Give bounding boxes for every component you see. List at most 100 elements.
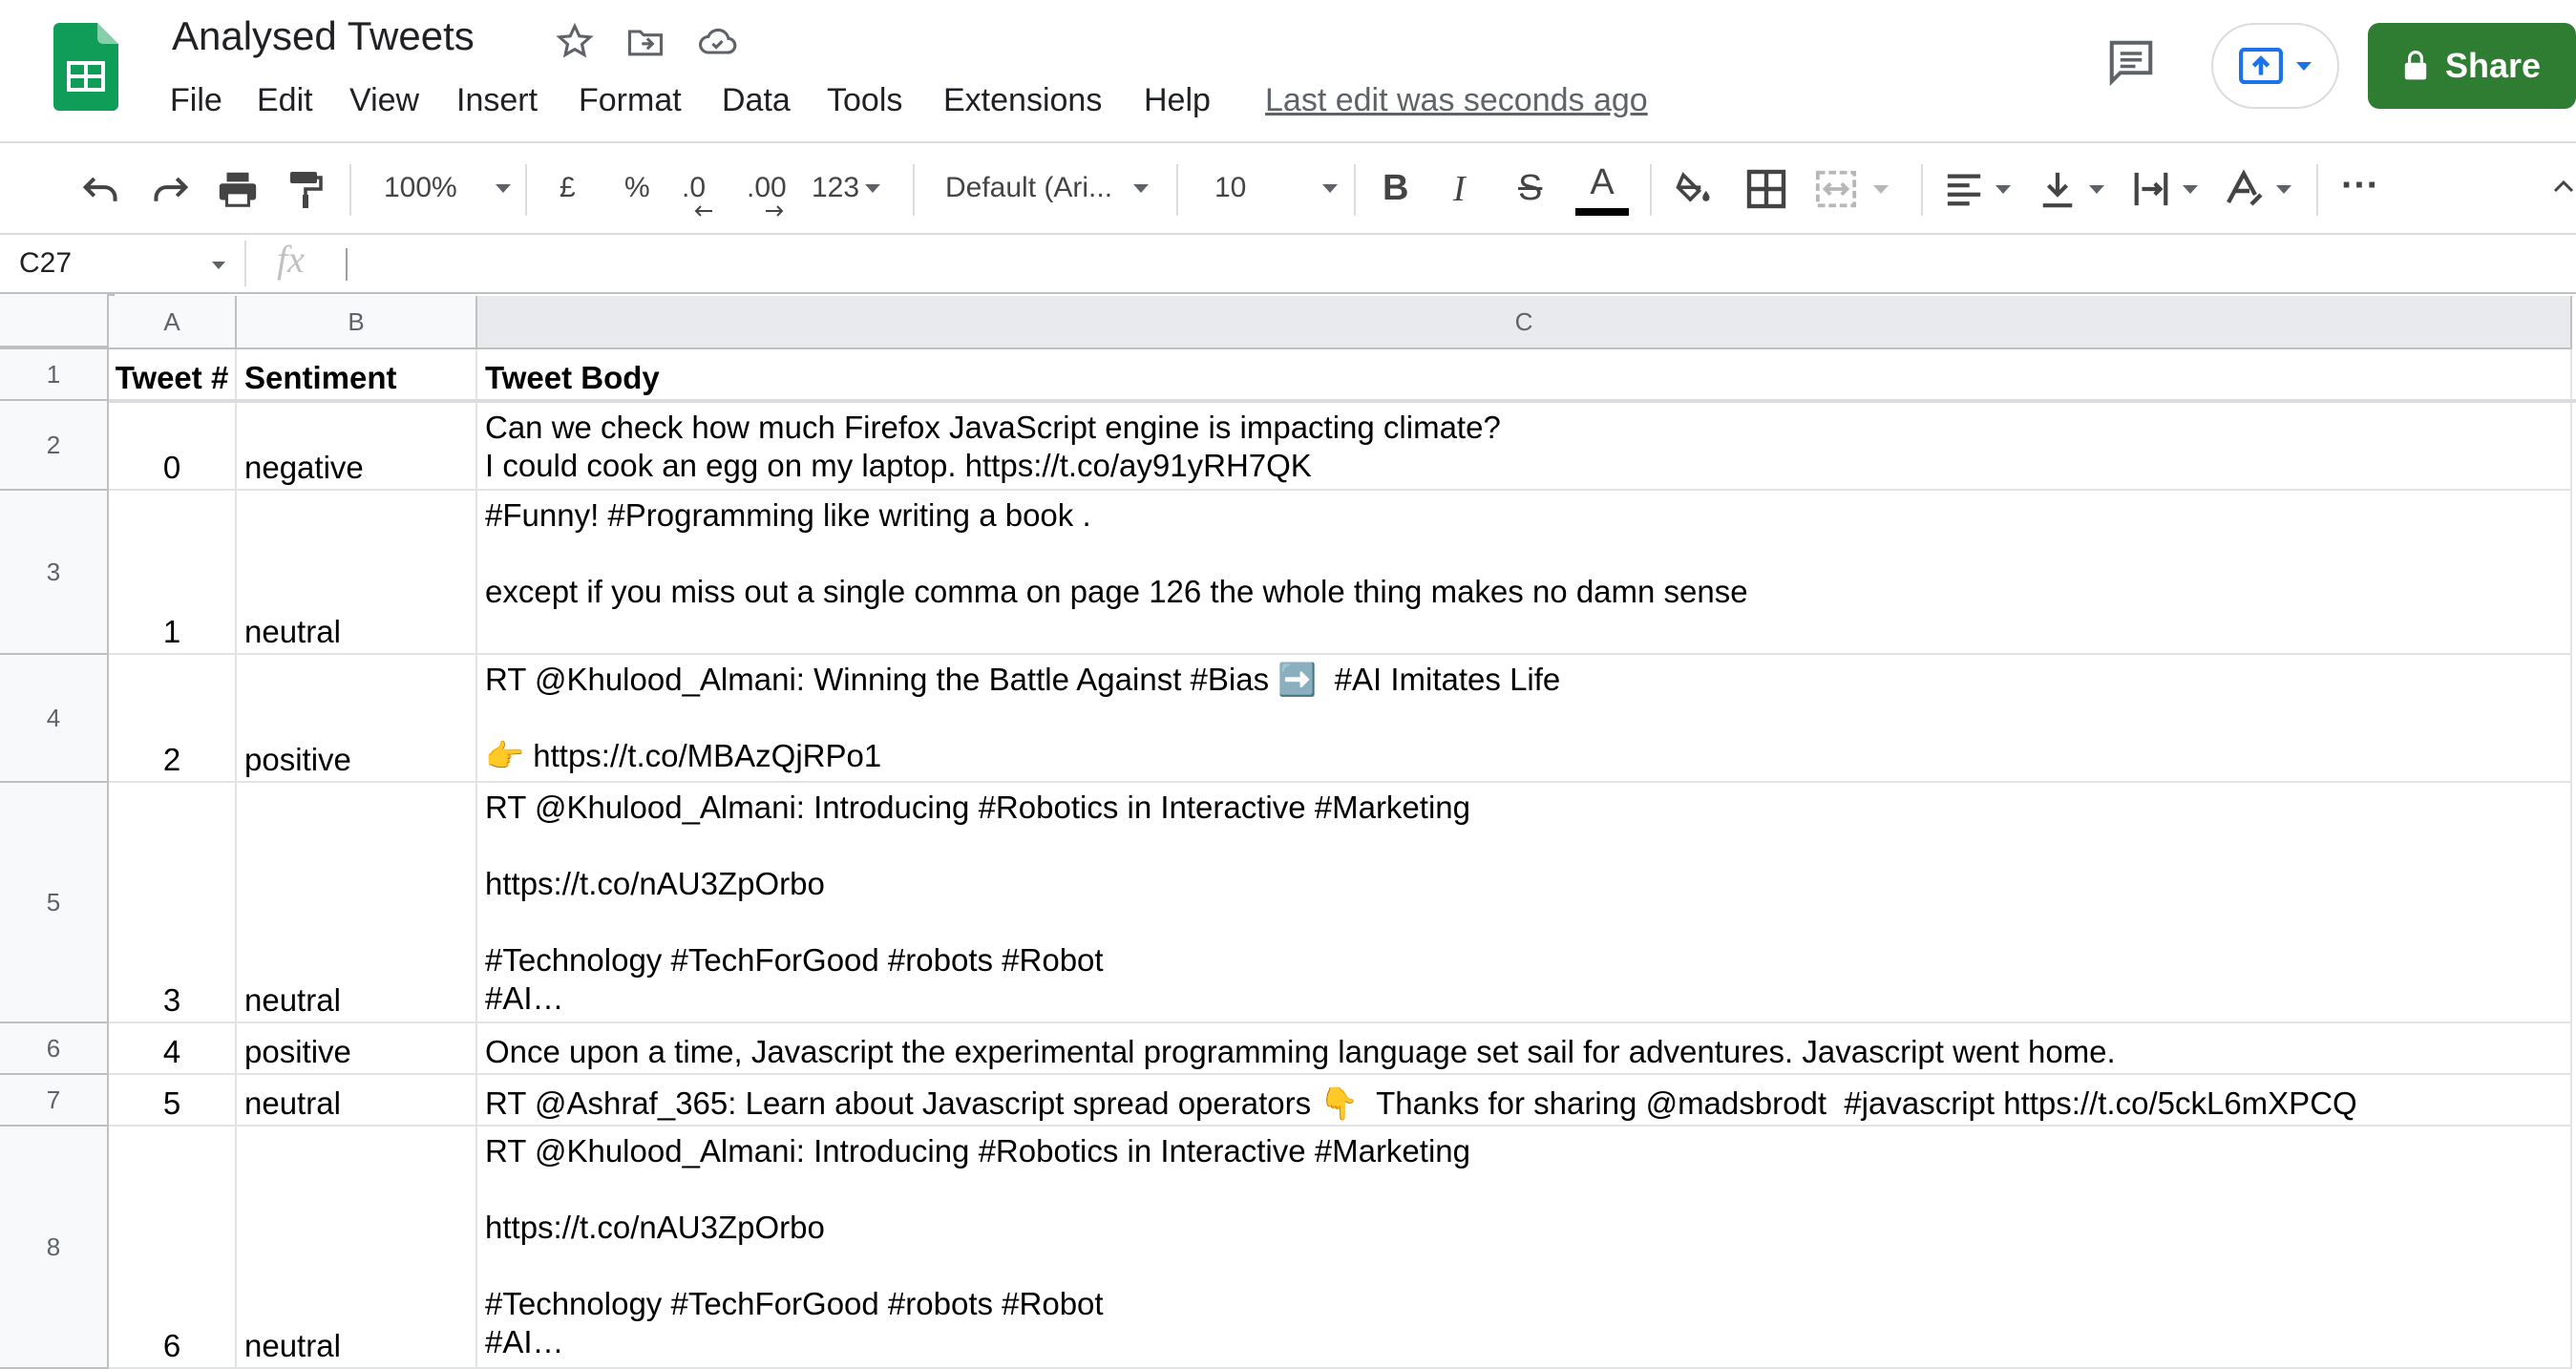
frozen-row-divider [109, 399, 2576, 403]
menu-help[interactable]: Help [1144, 82, 1211, 119]
more-options-button[interactable]: ··· [2341, 164, 2379, 207]
row-header[interactable]: 3 [0, 491, 109, 655]
strikethrough-button[interactable]: S [1518, 168, 1542, 209]
name-box-caret-icon [212, 262, 225, 269]
tweet-body-cell[interactable]: #Funny! #Programming like writing a book… [477, 491, 2572, 655]
text-wrapping-caret-icon [2183, 184, 2198, 194]
select-all-corner[interactable] [0, 294, 115, 353]
present-icon [2239, 48, 2283, 84]
lock-icon [2404, 51, 2427, 80]
cloud-saved-icon[interactable] [695, 21, 739, 68]
menu-extensions[interactable]: Extensions [943, 82, 1102, 119]
vertical-align-icon[interactable] [2038, 168, 2104, 210]
decrease-decimal-button[interactable]: .0 [682, 172, 712, 217]
name-box[interactable]: C27 [0, 237, 239, 290]
borders-icon[interactable] [1745, 168, 1787, 215]
zoom-value: 100% [384, 172, 457, 203]
horizontal-align-icon[interactable] [1944, 168, 2011, 210]
percent-format-button[interactable]: % [624, 172, 650, 204]
fx-icon: fx [277, 238, 305, 281]
more-formats-select[interactable]: 123 [812, 172, 881, 204]
toolbar-separator [1921, 164, 1923, 216]
toolbar-separator [913, 164, 915, 216]
menu-edit[interactable]: Edit [257, 82, 313, 119]
sheets-logo-icon[interactable] [53, 23, 118, 111]
column-header-b[interactable]: B [237, 296, 477, 349]
tweet-body-cell[interactable]: RT @Ashraf_365: Learn about Javascript s… [477, 1075, 2572, 1127]
menu-data[interactable]: Data [722, 82, 791, 119]
more-formats-caret-icon [865, 183, 881, 193]
header-cell-tweet-body[interactable]: Tweet Body [477, 349, 2572, 401]
sentiment-cell[interactable]: neutral [237, 1075, 477, 1127]
sentiment-cell[interactable]: neutral [237, 491, 477, 655]
redo-icon[interactable] [149, 170, 191, 213]
row-header[interactable]: 1 [0, 349, 109, 401]
tweet-body-cell[interactable]: RT @Khulood_Almani: Introducing #Robotic… [477, 1127, 2572, 1369]
merge-cells-icon[interactable] [1814, 168, 1889, 210]
sentiment-cell[interactable]: positive [237, 1023, 477, 1075]
fill-color-icon[interactable] [1673, 168, 1715, 215]
column-header-c[interactable]: C [477, 296, 2572, 349]
star-icon[interactable] [554, 21, 596, 68]
move-folder-icon[interactable] [624, 21, 666, 68]
present-button[interactable] [2211, 23, 2339, 109]
tweet-body-cell[interactable]: RT @Khulood_Almani: Winning the Battle A… [477, 655, 2572, 783]
row-header[interactable]: 8 [0, 1127, 109, 1369]
tweet-body-cell[interactable]: RT @Khulood_Almani: Introducing #Robotic… [477, 783, 2572, 1023]
paint-format-icon[interactable] [286, 168, 325, 215]
row-header[interactable]: 2 [0, 401, 109, 491]
formula-input[interactable] [344, 239, 2568, 288]
increase-decimal-button[interactable]: .00 [747, 172, 787, 217]
menu-tools[interactable]: Tools [827, 82, 902, 119]
menu-format[interactable]: Format [579, 82, 682, 119]
font-family-select[interactable]: Default (Ari... [945, 172, 1150, 204]
menu-insert[interactable]: Insert [456, 82, 538, 119]
share-button[interactable]: Share [2368, 23, 2576, 109]
text-color-swatch [1575, 208, 1629, 216]
font-size-select[interactable]: 10 [1214, 172, 1339, 204]
tweet-number-cell[interactable]: 5 [109, 1075, 237, 1127]
menu-view[interactable]: View [349, 82, 419, 119]
tweet-number-cell[interactable]: 4 [109, 1023, 237, 1075]
row-header[interactable]: 4 [0, 655, 109, 783]
toolbar-separator [349, 164, 351, 216]
undo-icon[interactable] [80, 170, 122, 213]
tweet-body-cell[interactable]: Once upon a time, Javascript the experim… [477, 1023, 2572, 1075]
row-header[interactable]: 7 [0, 1075, 109, 1127]
sentiment-cell[interactable]: positive [237, 655, 477, 783]
bold-button[interactable]: B [1383, 168, 1408, 209]
tweet-number-cell[interactable]: 1 [109, 491, 237, 655]
tweet-number-cell[interactable]: 3 [109, 783, 237, 1023]
tweet-number-cell[interactable]: 2 [109, 655, 237, 783]
tweet-number-cell[interactable]: 0 [109, 401, 237, 491]
row-header[interactable]: 6 [0, 1023, 109, 1075]
horizontal-align-caret-icon [1995, 184, 2011, 194]
tweet-number-cell[interactable]: 6 [109, 1127, 237, 1369]
collapse-menus-icon[interactable] [2551, 174, 2576, 203]
sentiment-cell[interactable]: negative [237, 401, 477, 491]
zoom-caret-icon [495, 183, 511, 193]
zoom-select[interactable]: 100% [384, 172, 511, 204]
share-label: Share [2444, 46, 2542, 85]
font-size-caret-icon [1322, 183, 1339, 193]
currency-format-button[interactable]: £ [560, 172, 576, 204]
text-color-label: A [1590, 162, 1615, 202]
sentiment-cell[interactable]: neutral [237, 783, 477, 1023]
column-header-a[interactable]: A [109, 296, 237, 349]
header-cell-sentiment[interactable]: Sentiment [237, 349, 477, 401]
document-title[interactable]: Analysed Tweets [172, 13, 475, 59]
text-rotation-icon[interactable] [2223, 168, 2291, 210]
formula-bar-divider [0, 292, 2576, 294]
menu-file[interactable]: File [170, 82, 222, 119]
text-wrapping-icon[interactable] [2131, 168, 2198, 210]
tweet-body-cell[interactable]: Can we check how much Firefox JavaScript… [477, 401, 2572, 491]
header-cell-tweet-number[interactable]: Tweet # [109, 349, 237, 401]
italic-button[interactable]: I [1453, 168, 1466, 210]
comments-icon[interactable] [2104, 36, 2158, 93]
print-icon[interactable] [216, 168, 260, 215]
text-color-button[interactable]: A [1575, 162, 1629, 218]
sentiment-cell[interactable]: neutral [237, 1127, 477, 1369]
row-header[interactable]: 5 [0, 783, 109, 1023]
last-edit-link[interactable]: Last edit was seconds ago [1265, 82, 1648, 119]
arrow-left-icon [694, 205, 712, 217]
